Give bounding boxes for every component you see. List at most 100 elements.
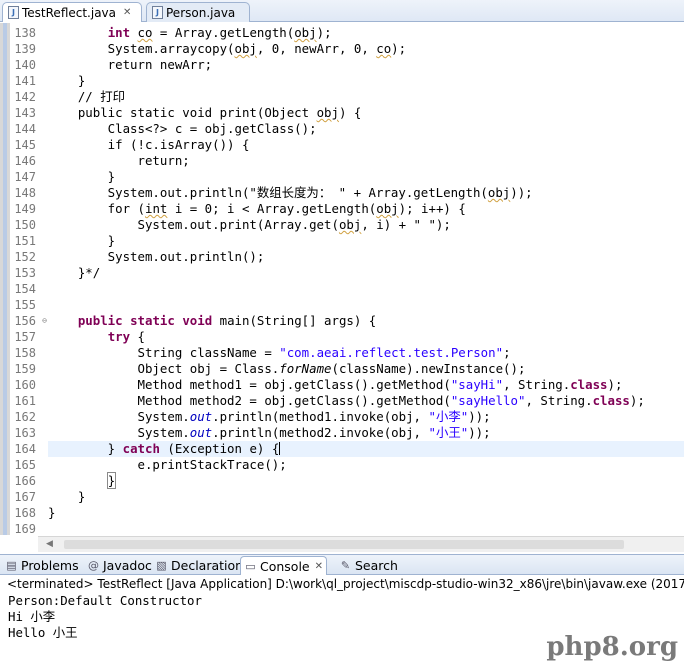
code-token: )); (510, 185, 533, 200)
code-line[interactable]: System.out.println(method2.invoke(obj, "… (48, 425, 684, 441)
code-line[interactable]: return newArr; (48, 57, 684, 73)
code-token: .println(method2.invoke(obj, (212, 425, 429, 440)
code-line[interactable]: System.out.println(method1.invoke(obj, "… (48, 409, 684, 425)
tab-label: TestReflect.java (22, 5, 117, 20)
tab-person-java[interactable]: J Person.java (146, 2, 250, 22)
code-token: (Exception e) { (159, 441, 280, 456)
code-line[interactable]: try { (48, 329, 684, 345)
close-icon[interactable]: ✕ (315, 561, 323, 572)
code-line[interactable]: System.out.print(Array.get(obj, i) + " "… (48, 217, 684, 233)
declaration-icon: ▧ (156, 559, 167, 572)
code-line[interactable]: for (int i = 0; i < Array.getLength(obj)… (48, 201, 684, 217)
code-line[interactable] (48, 281, 684, 297)
line-number: 159 (14, 362, 36, 376)
code-token: out (189, 425, 213, 440)
code-token: )); (468, 425, 491, 440)
code-line[interactable]: } (48, 472, 684, 489)
code-line[interactable]: // 打印 (48, 89, 684, 105)
watermark: php8.org (546, 632, 678, 662)
tab-testreflect-java[interactable]: J TestReflect.java ✕ (2, 2, 142, 22)
code-token: Object obj = Class. (48, 361, 280, 376)
code-token: { (130, 329, 145, 344)
code-token: }*/ (48, 265, 101, 280)
fold-toggle-icon[interactable]: ⊖ (42, 313, 47, 329)
code-line[interactable]: } (48, 505, 684, 521)
code-token: } (48, 441, 123, 456)
code-token: main(String[] args) { (212, 313, 377, 328)
code-line[interactable]: } catch (Exception e) { (48, 441, 684, 457)
code-token: } (48, 489, 86, 504)
horizontal-scrollbar[interactable]: ◀ (38, 536, 684, 552)
line-number: 141 (14, 74, 36, 88)
code-token: "sayHello" (450, 393, 526, 408)
code-token: .println(method1.invoke(obj, (212, 409, 429, 424)
code-token: "小李" (428, 409, 469, 424)
line-number: 164 (14, 442, 36, 456)
search-icon: ✎ (340, 559, 351, 572)
code-token: obj (376, 201, 399, 216)
javadoc-icon: @ (88, 559, 99, 572)
tab-javadoc[interactable]: @ Javadoc (84, 556, 155, 575)
code-token: , i) + " "); (361, 217, 451, 232)
close-icon[interactable]: ✕ (123, 7, 131, 18)
code-line[interactable]: Object obj = Class.forName(className).ne… (48, 361, 684, 377)
code-line[interactable]: } (48, 169, 684, 185)
code-line[interactable]: } (48, 73, 684, 89)
problems-icon: ▤ (6, 559, 17, 572)
code-token: "sayHi" (450, 377, 504, 392)
scroll-left-icon[interactable]: ◀ (46, 539, 53, 549)
code-token: return newArr; (48, 57, 213, 72)
code-text-area[interactable]: int co = Array.getLength(obj); System.ar… (48, 25, 684, 537)
code-line[interactable]: e.printStackTrace(); (48, 457, 684, 473)
line-number: 144 (14, 122, 36, 136)
line-number: 148 (14, 186, 36, 200)
code-line[interactable]: } (48, 489, 684, 505)
code-token: i = 0; i < Array.getLength( (167, 201, 377, 216)
scrollbar-thumb[interactable] (64, 540, 624, 549)
line-number: 163 (14, 426, 36, 440)
tab-label: Person.java (166, 5, 236, 20)
code-line[interactable]: System.arraycopy(obj, 0, newArr, 0, co); (48, 41, 684, 57)
code-token: "com.aeai.reflect.test.Person" (279, 345, 504, 360)
code-line[interactable]: System.out.println(); (48, 249, 684, 265)
code-line[interactable]: Method method1 = obj.getClass().getMetho… (48, 377, 684, 393)
tab-console[interactable]: ▭ Console ✕ (240, 556, 328, 575)
code-line[interactable]: } (48, 233, 684, 249)
code-token: , String. (503, 377, 571, 392)
code-line[interactable]: int co = Array.getLength(obj); (48, 25, 684, 41)
code-token: int (144, 201, 168, 216)
code-line[interactable]: return; (48, 153, 684, 169)
tab-search[interactable]: ✎ Search (336, 556, 401, 575)
line-number: 150 (14, 218, 36, 232)
code-line[interactable] (48, 297, 684, 313)
code-token: out (189, 409, 213, 424)
code-line[interactable]: Method method2 = obj.getClass().getMetho… (48, 393, 684, 409)
code-token: ); (629, 393, 645, 408)
code-line[interactable]: System.out.println("数组长度为： " + Array.get… (48, 185, 684, 201)
code-editor[interactable]: 138 139 140 141 142 143 144 145 146 147 148 149 150 1… (0, 23, 684, 552)
tab-declaration[interactable]: ▧ Declaration (152, 556, 246, 575)
code-token: void (182, 313, 213, 328)
console-icon: ▭ (245, 559, 256, 573)
code-token: System.out.print(Array.get( (48, 217, 339, 232)
code-line[interactable]: public static void main(String[] args) { (48, 313, 684, 329)
code-line[interactable]: Class<?> c = obj.getClass(); (48, 121, 684, 137)
code-line[interactable]: if (!c.isArray()) { (48, 137, 684, 153)
tab-problems[interactable]: ▤ Problems (2, 556, 82, 575)
line-number: 155 (14, 298, 36, 312)
code-token: ); i++) { (398, 201, 466, 216)
line-number: 146 (14, 154, 36, 168)
console-line: Person:Default Constructor (8, 593, 202, 608)
line-number: 143 (14, 106, 36, 120)
code-token: "小王" (428, 425, 469, 440)
code-token: public (77, 313, 123, 328)
code-line[interactable]: }*/ (48, 265, 684, 281)
code-line[interactable] (48, 521, 684, 537)
code-line[interactable]: public static void print(Object obj) { (48, 105, 684, 121)
line-number: 166 (14, 474, 36, 488)
code-line[interactable]: String className = "com.aeai.reflect.tes… (48, 345, 684, 361)
console-status-line: <terminated> TestReflect [Java Applicati… (0, 575, 684, 593)
code-token: )); (468, 409, 491, 424)
